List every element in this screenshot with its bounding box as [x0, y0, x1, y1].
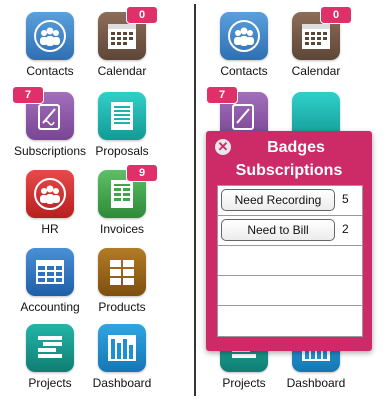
app-dashboard[interactable]: Dashboard [82, 324, 162, 390]
app-label: Projects [222, 376, 266, 390]
app-label: Dashboard [286, 376, 346, 390]
contacts-icon [220, 12, 268, 60]
list-item: Need Recording 5 [218, 186, 362, 216]
proposals-icon [98, 92, 146, 140]
app-projects[interactable]: Projects [10, 324, 90, 390]
popup-subtitle: Subscriptions [235, 162, 343, 179]
app-contacts[interactable]: Contacts [204, 12, 284, 78]
calendar-icon: 0 [98, 6, 158, 60]
projects-icon [26, 324, 74, 372]
list-item: Need to Bill 2 [218, 216, 362, 246]
app-proposals[interactable]: Proposals [82, 92, 162, 158]
app-subscriptions[interactable]: 7 Subscriptions [10, 86, 90, 158]
badge-count: 2 [342, 222, 349, 236]
subscriptions-badge: 7 [206, 86, 238, 104]
app-label: Dashboard [92, 376, 152, 390]
app-label: Invoices [99, 222, 145, 236]
list-item [218, 306, 362, 335]
need-to-bill-button[interactable]: Need to Bill [221, 219, 335, 241]
calendar-badge: 0 [126, 6, 158, 24]
calendar-badge: 0 [320, 6, 352, 24]
app-calendar[interactable]: 0 Calendar [276, 6, 356, 78]
app-label: Accounting [20, 300, 80, 314]
products-icon [98, 248, 146, 296]
app-label: Calendar [97, 64, 147, 78]
badge-count: 5 [342, 192, 349, 206]
invoices-badge: 9 [126, 164, 158, 182]
app-label: Proposals [95, 144, 149, 158]
app-label: Subscriptions [13, 144, 87, 158]
dashboard-icon [98, 324, 146, 372]
subscriptions-badge: 7 [12, 86, 44, 104]
app-accounting[interactable]: Accounting [10, 248, 90, 314]
app-label: Products [98, 300, 146, 314]
need-recording-button[interactable]: Need Recording [221, 189, 335, 211]
app-label: Contacts [26, 64, 74, 78]
app-label: Contacts [220, 64, 268, 78]
subscriptions-icon: 7 [12, 86, 74, 140]
panel-divider [194, 4, 196, 396]
app-contacts[interactable]: Contacts [10, 12, 90, 78]
badge-list: Need Recording 5 Need to Bill 2 [217, 185, 363, 337]
accounting-icon [26, 248, 74, 296]
app-products[interactable]: Products [82, 248, 162, 314]
invoices-icon: 9 [98, 164, 158, 218]
app-label: Projects [28, 376, 72, 390]
app-calendar[interactable]: 0 Calendar [82, 6, 162, 78]
contacts-icon [26, 12, 74, 60]
popup-title: Badges [267, 139, 325, 156]
list-item [218, 276, 362, 306]
list-item [218, 246, 362, 276]
app-hr[interactable]: HR [10, 170, 90, 236]
calendar-icon: 0 [292, 6, 352, 60]
app-label: HR [41, 222, 59, 236]
app-label: Calendar [291, 64, 341, 78]
hr-icon [26, 170, 74, 218]
badges-popup: ✕ Badges Subscriptions Need Recording 5 … [206, 131, 372, 351]
app-invoices[interactable]: 9 Invoices [82, 164, 162, 236]
